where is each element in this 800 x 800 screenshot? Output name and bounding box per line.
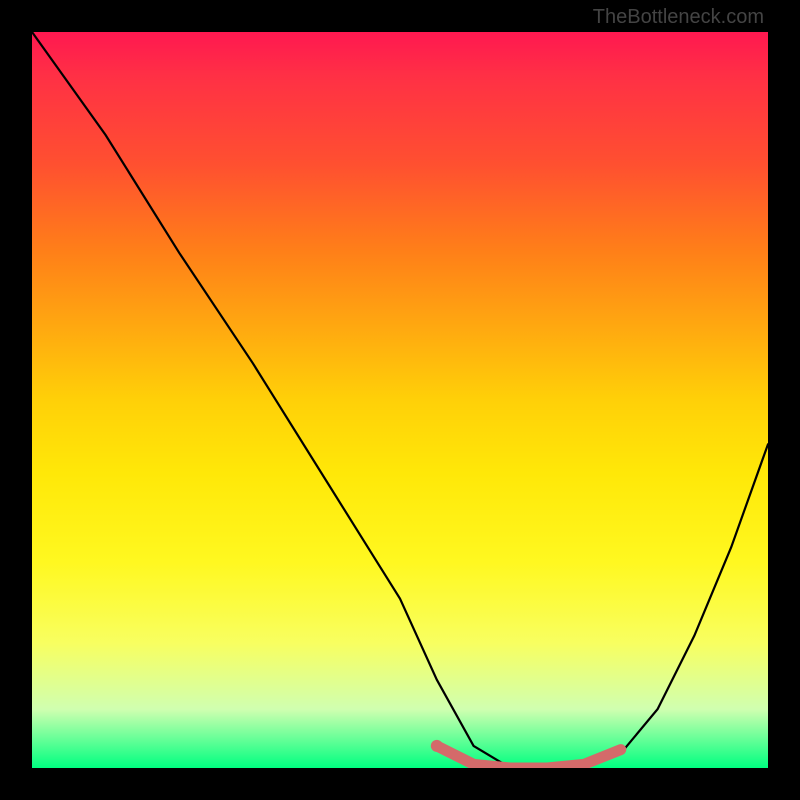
optimal-range-highlight [437,746,621,768]
optimal-range-start-dot [431,740,443,752]
bottleneck-curve-line [32,32,768,768]
bottleneck-chart [32,32,768,768]
watermark-text: TheBottleneck.com [593,6,764,29]
